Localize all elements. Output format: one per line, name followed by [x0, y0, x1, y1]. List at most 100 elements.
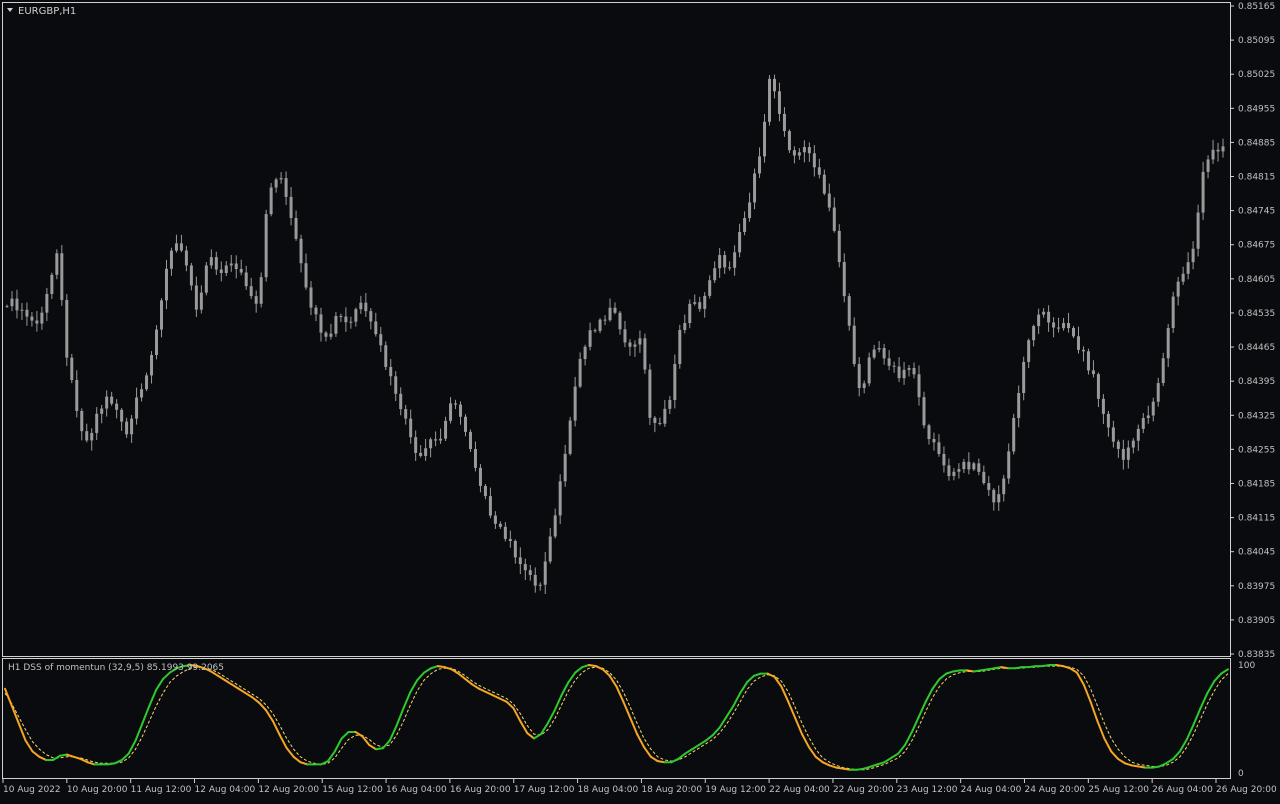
candle-body: [902, 369, 906, 379]
candle-body: [279, 178, 283, 180]
candle-body: [204, 265, 208, 293]
candle-body: [718, 255, 722, 269]
candle-body: [155, 329, 159, 355]
candle-body: [25, 309, 29, 317]
candle-body: [1161, 358, 1165, 384]
candle-body: [703, 295, 707, 309]
dss-line-segment: [855, 767, 865, 771]
candle-body: [219, 269, 223, 274]
candle-body: [643, 338, 647, 370]
candle-body: [847, 296, 851, 326]
candle-body: [927, 425, 931, 439]
candle-body: [449, 403, 453, 421]
candle-body: [588, 330, 592, 347]
time-tick-label: 22 Aug 20:00: [833, 785, 894, 795]
candle-body: [1101, 398, 1105, 414]
candle-body: [329, 333, 333, 337]
candle-body: [543, 561, 547, 585]
candle-body: [1017, 393, 1021, 418]
candle-body: [523, 564, 527, 571]
candle-body: [105, 396, 109, 409]
candle-body: [1166, 328, 1170, 359]
price-tick-label: 0.83905: [1238, 616, 1275, 626]
time-tick-label: 16 Aug 04:00: [386, 785, 447, 795]
candle-body: [179, 243, 183, 251]
price-tick-label: 0.84535: [1238, 309, 1275, 319]
candle-body: [493, 515, 497, 524]
candle-body: [1062, 323, 1066, 329]
candle-body: [837, 230, 841, 263]
candle-body: [349, 321, 353, 323]
candle-body: [753, 173, 757, 203]
dss-line-segment: [1130, 764, 1140, 768]
candle-body: [832, 207, 836, 231]
symbol-label[interactable]: EURGBP,H1: [18, 6, 76, 17]
candle-body: [135, 397, 139, 419]
dss-line-segment: [656, 760, 666, 764]
dss-line-segment: [375, 747, 384, 751]
candle-body: [548, 536, 552, 562]
candle-body: [359, 302, 363, 310]
candle-body: [488, 496, 492, 516]
candle-body: [947, 465, 951, 477]
candle-body: [1126, 447, 1130, 460]
time-tick-label: 12 Aug 04:00: [195, 785, 256, 795]
candle-body: [214, 257, 218, 270]
candle-body: [1072, 328, 1076, 337]
candle-body: [683, 323, 687, 330]
candle-body: [937, 442, 941, 454]
candle-body: [613, 307, 617, 313]
dss-line-segment: [842, 767, 852, 771]
chart-background: [0, 0, 1280, 800]
dss-line-segment: [107, 762, 116, 766]
dss-line-segment: [986, 667, 996, 671]
time-tick-label: 16 Aug 20:00: [450, 785, 511, 795]
candle-body: [1201, 171, 1205, 213]
candle-body: [20, 309, 24, 311]
candle-body: [852, 325, 856, 365]
candle-body: [483, 485, 487, 497]
candle-body: [95, 413, 99, 433]
candle-body: [463, 416, 467, 432]
candle-body: [508, 538, 512, 541]
candle-body: [668, 400, 672, 409]
candle-body: [274, 179, 278, 188]
candle-body: [60, 253, 64, 301]
candle-body: [663, 408, 667, 424]
candle-body: [284, 178, 288, 197]
candle-body: [1171, 296, 1175, 329]
candle-body: [374, 321, 378, 335]
candle-body: [419, 452, 423, 456]
candle-body: [1032, 326, 1036, 341]
candle-body: [573, 386, 577, 421]
candle-body: [424, 448, 428, 456]
candle-body: [150, 354, 154, 376]
candle-body: [867, 357, 871, 384]
candle-body: [787, 131, 791, 151]
candle-body: [1067, 323, 1071, 329]
chart-canvas: 0.85165 0.85095 0.85025 0.84955 0.84885 0.848…: [0, 0, 1280, 800]
candle-body: [917, 374, 921, 398]
time-tick-label: 10 Aug 20:00: [67, 785, 128, 795]
candle-body: [583, 346, 587, 359]
candle-body: [1131, 440, 1135, 448]
candle-body: [130, 418, 134, 435]
candle-body: [334, 316, 338, 334]
candle-body: [553, 515, 557, 537]
time-tick-label: 19 Aug 12:00: [705, 785, 766, 795]
candle-body: [498, 523, 502, 527]
dss-line-segment: [1014, 666, 1023, 670]
candle-body: [907, 368, 911, 370]
time-tick-label: 26 Aug 04:00: [1152, 785, 1213, 795]
candle-body: [897, 366, 901, 379]
candle-body: [434, 439, 438, 441]
candle-body: [309, 287, 313, 308]
indicator-label: H1 DSS of momentun (32,9,5) 85.1993 99.2…: [8, 663, 224, 673]
candle-body: [189, 265, 193, 286]
candle-body: [1007, 451, 1011, 479]
candle-body: [1121, 448, 1125, 460]
candle-body: [967, 461, 971, 470]
candle-body: [115, 403, 119, 410]
candle-body: [528, 570, 532, 575]
candle-body: [65, 300, 69, 358]
